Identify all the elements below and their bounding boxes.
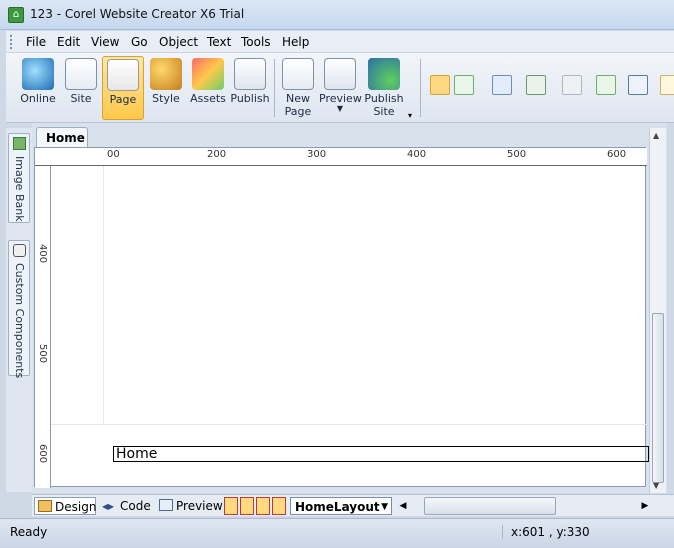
image-bank-icon [13,137,26,150]
new-page-icon [282,58,314,90]
app-icon: ⌂ [8,7,24,23]
image-bank-tab[interactable]: Image Bank [8,133,30,223]
layout-toggle-4-icon[interactable] [272,497,286,515]
menu-help[interactable]: Help [282,35,309,49]
home-icon [38,500,52,512]
publish-site-icon [368,58,400,90]
custom-components-tab[interactable]: Custom Components [8,240,30,378]
menu-grip [10,35,13,49]
menu-edit[interactable]: Edit [57,35,80,49]
view-bar: Design ◂▸ Code Preview HomeLayout ▼ ◀ ▶ [32,494,674,516]
style-button[interactable]: Style [148,56,184,120]
layout-select[interactable]: HomeLayout ▼ [290,497,392,515]
select-dropdown-icon: ▼ [381,502,388,512]
scroll-up-icon[interactable]: ▲ [653,131,659,140]
design-canvas[interactable]: 00 200 300 400 500 600 400 500 600 Home [34,147,649,488]
toolbar-overflow-icon[interactable]: ▾ [408,111,412,120]
online-button[interactable]: Online [16,56,60,120]
assets-button[interactable]: Assets [189,56,227,120]
code-tab[interactable]: ◂▸ Code [100,497,152,515]
preview-tab[interactable]: Preview [156,497,223,515]
preview-button[interactable]: Preview ▼ [319,56,362,120]
publish-icon [234,58,266,90]
toolbar-separator [420,59,421,117]
left-side-panel: Image Bank Custom Components [6,128,32,492]
main-toolbar: Online Site Page Style Assets Publish Ne… [6,53,674,123]
text-tool-icon[interactable] [492,75,512,95]
menu-object[interactable]: Object [159,35,198,49]
menu-view[interactable]: View [91,35,119,49]
layout-toggle-2-icon[interactable] [240,497,254,515]
table-tool-icon[interactable] [596,75,616,95]
vertical-scrollbar[interactable]: ▲ ▼ [649,128,666,493]
pointer-tool-icon[interactable] [430,75,450,95]
disabled-tool-icon [562,75,582,95]
status-bar: Ready x:601 , y:330 [0,518,674,548]
layout-guide [51,424,647,425]
document-area: Home 00 200 300 400 500 600 400 500 600 … [32,123,667,493]
footer-nav-text[interactable]: Home [113,446,649,462]
menu-text[interactable]: Text [207,35,231,49]
palette-icon [150,58,182,90]
menu-go[interactable]: Go [131,35,148,49]
status-text: Ready [10,525,48,539]
zoom-tool-icon[interactable] [454,75,474,95]
vertical-ruler: 400 500 600 [35,166,51,488]
box-tool-icon[interactable] [628,75,648,95]
image-tool-icon[interactable] [526,75,546,95]
scroll-down-icon[interactable]: ▼ [653,481,659,490]
site-map-icon [65,58,97,90]
window-title: 123 - Corel Website Creator X6 Trial [30,7,245,21]
page-pencil-icon [107,59,139,91]
preview-magnifier-icon [324,58,356,90]
hscroll-left-icon[interactable]: ◀ [396,497,410,515]
layout-toggle-1-icon[interactable] [224,497,238,515]
globe-icon [22,58,54,90]
tab-home[interactable]: Home [36,127,88,148]
menu-file[interactable]: File [26,35,46,49]
page-button[interactable]: Page [102,56,144,120]
preview-dropdown-icon[interactable]: ▼ [319,105,361,113]
scrollbar-thumb[interactable] [652,313,664,483]
cursor-coordinates: x:601 , y:330 [502,525,590,539]
new-page-button[interactable]: New Page [278,56,318,120]
components-icon [13,244,26,257]
publish-button[interactable]: Publish [230,56,270,120]
site-button[interactable]: Site [63,56,99,120]
horizontal-scrollbar-thumb[interactable] [424,497,556,515]
folder-tool-icon[interactable] [660,75,674,95]
title-bar: ⌂ 123 - Corel Website Creator X6 Trial [0,0,674,30]
hscroll-right-icon[interactable]: ▶ [638,497,652,515]
assets-icon [192,58,224,90]
publish-site-button[interactable]: Publish Site [363,56,405,120]
margin-guide [103,166,104,424]
code-icon: ◂▸ [102,499,115,513]
preview-icon [159,499,173,511]
toolbar-separator [274,59,275,117]
layout-toggle-3-icon[interactable] [256,497,270,515]
design-tab[interactable]: Design [34,497,96,515]
menu-bar: File Edit View Go Object Text Tools Help [6,31,674,53]
horizontal-ruler: 00 200 300 400 500 600 [35,148,647,166]
menu-tools[interactable]: Tools [241,35,271,49]
